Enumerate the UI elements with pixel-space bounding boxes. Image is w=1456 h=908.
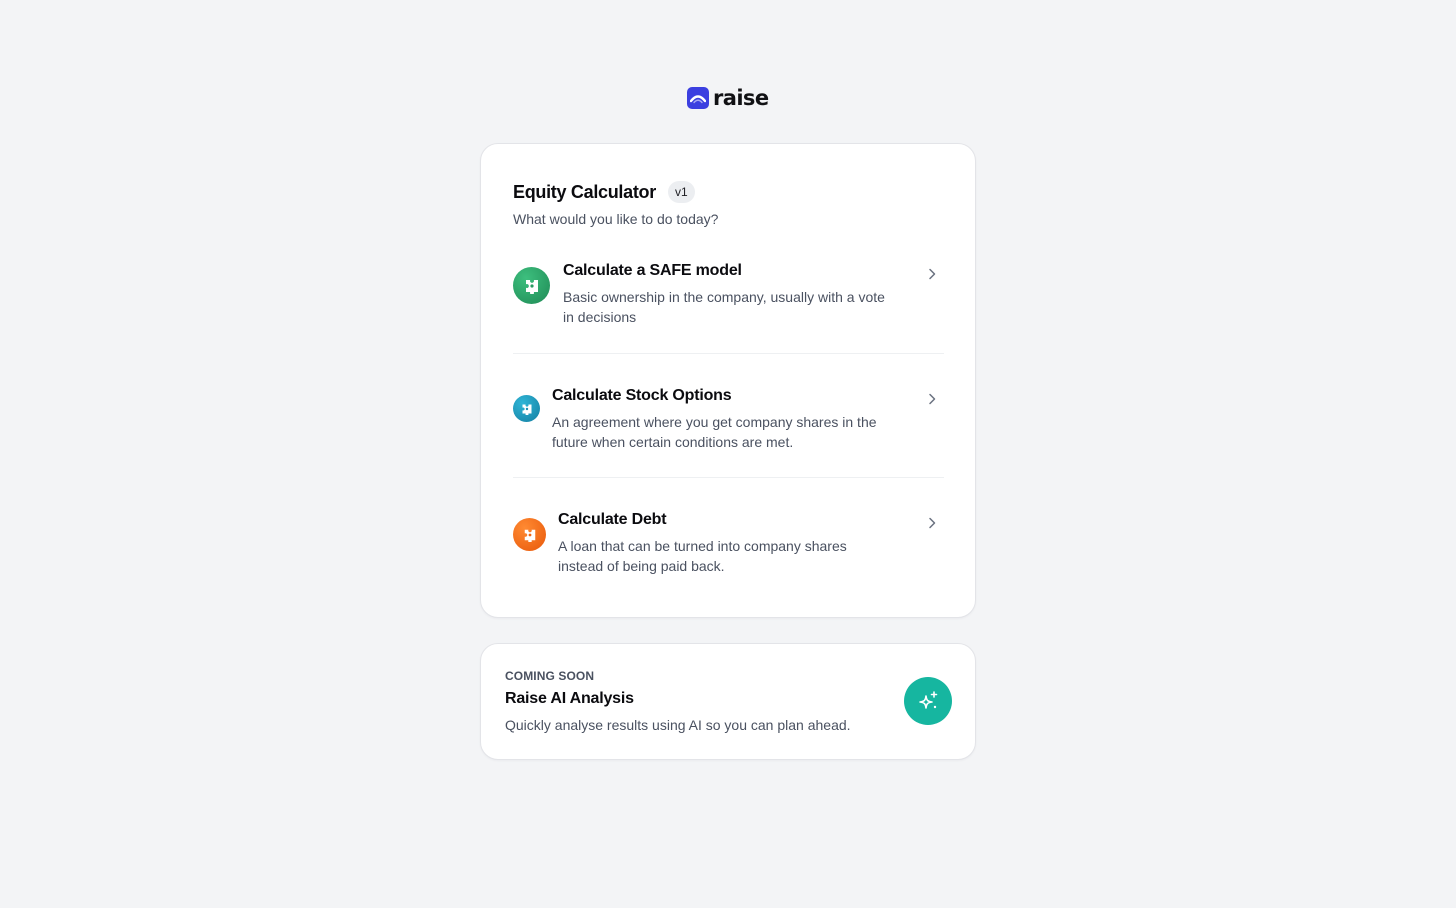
chevron-right-icon xyxy=(929,268,936,280)
option-text: Calculate Stock Options An agreement whe… xyxy=(552,386,902,452)
coming-soon-label: COMING SOON xyxy=(505,669,595,683)
card-header: Equity Calculator v1 xyxy=(513,181,695,203)
card-title: Equity Calculator xyxy=(513,181,656,202)
equity-calculator-card: Equity Calculator v1 What would you like… xyxy=(480,143,976,618)
option-debt[interactable]: Calculate Debt A loan that can be turned… xyxy=(513,507,944,607)
option-safe-model[interactable]: Calculate a SAFE model Basic ownership i… xyxy=(513,258,944,358)
option-description: A loan that can be turned into company s… xyxy=(558,538,847,574)
chevron-right-icon xyxy=(929,393,936,405)
coming-soon-card: COMING SOON Raise AI Analysis Quickly an… xyxy=(480,643,976,760)
option-title: Calculate a SAFE model xyxy=(563,262,742,279)
option-title: Calculate Stock Options xyxy=(552,387,732,404)
divider xyxy=(513,353,944,354)
raise-logo-icon xyxy=(687,87,709,109)
option-description: An agreement where you get company share… xyxy=(552,414,877,450)
chevron-right-icon xyxy=(929,517,936,529)
option-title: Calculate Debt xyxy=(558,511,667,528)
raise-logo[interactable]: raise xyxy=(687,86,769,110)
option-text: Calculate Debt A loan that can be turned… xyxy=(558,510,888,576)
puzzle-piece-icon xyxy=(513,518,546,551)
brand-name: raise xyxy=(713,86,769,110)
option-text: Calculate a SAFE model Basic ownership i… xyxy=(563,261,893,327)
option-description: Basic ownership in the company, usually … xyxy=(563,289,885,325)
option-stock-options[interactable]: Calculate Stock Options An agreement whe… xyxy=(513,383,944,483)
feature-title: Raise AI Analysis xyxy=(505,690,634,707)
version-badge: v1 xyxy=(667,181,695,203)
sparkles-icon xyxy=(919,691,938,709)
puzzle-piece-icon xyxy=(513,267,550,304)
feature-description: Quickly analyse results using AI so you … xyxy=(505,717,851,733)
divider xyxy=(513,477,944,478)
puzzle-piece-icon xyxy=(513,395,540,422)
card-subtitle: What would you like to do today? xyxy=(513,211,719,227)
ai-analysis-button[interactable] xyxy=(904,677,952,725)
